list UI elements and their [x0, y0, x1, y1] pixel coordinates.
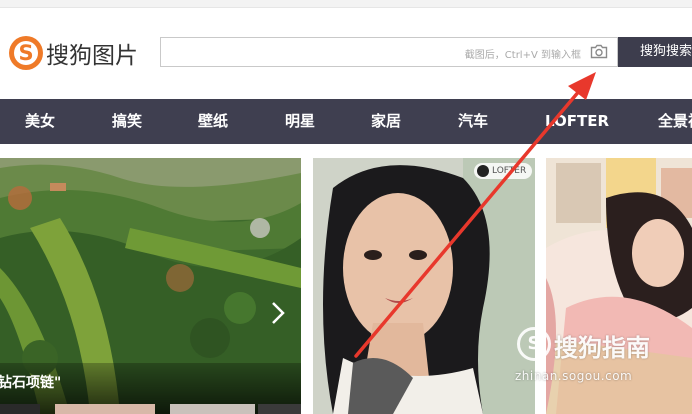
nav-item-home[interactable]: 家居	[371, 99, 401, 144]
nav-item-wallpaper[interactable]: 壁纸	[198, 99, 228, 144]
nav-item-stars[interactable]: 明星	[285, 99, 315, 144]
nav-item-cars[interactable]: 汽车	[458, 99, 488, 144]
lofter-icon	[477, 165, 489, 177]
category-nav: 美女 搞笑 壁纸 明星 家居 汽车 LOFTER 全景视	[0, 99, 692, 144]
image-caption: 钻石项链"	[0, 375, 62, 391]
sogou-logo[interactable]: S 搜狗图片	[9, 34, 138, 72]
nav-item-funny[interactable]: 搞笑	[112, 99, 142, 144]
lofter-badge: LOFTER	[474, 163, 532, 179]
camera-icon[interactable]	[590, 44, 608, 59]
search-box: 截图后，Ctrl+V 到输入框	[160, 37, 618, 68]
search-input[interactable]	[161, 38, 451, 68]
search-hint: 截图后，Ctrl+V 到输入框	[464, 50, 581, 61]
top-border	[0, 0, 692, 8]
featured-image-card[interactable]: 钻石项链"	[0, 158, 301, 414]
nav-item-lofter[interactable]: LOFTER	[545, 99, 609, 144]
search-button[interactable]: 搜狗搜索	[618, 37, 692, 67]
sogou-guide-watermark: S 搜狗指南 zhinan.sogou.com	[512, 325, 692, 395]
portrait-photo	[313, 158, 535, 414]
watermark-logo-icon: S	[517, 327, 551, 361]
watermark-url: zhinan.sogou.com	[515, 369, 633, 383]
sogou-logo-icon: S	[9, 36, 43, 70]
nav-item-panorama[interactable]: 全景视	[658, 99, 692, 144]
carousel-thumbnails[interactable]	[0, 404, 301, 414]
nav-item-beauty[interactable]: 美女	[25, 99, 55, 144]
logo-text: 搜狗图片	[46, 43, 138, 69]
watermark-title: 搜狗指南	[554, 334, 650, 362]
portrait-image-card[interactable]	[313, 158, 535, 414]
carousel-next-icon[interactable]	[268, 300, 288, 326]
